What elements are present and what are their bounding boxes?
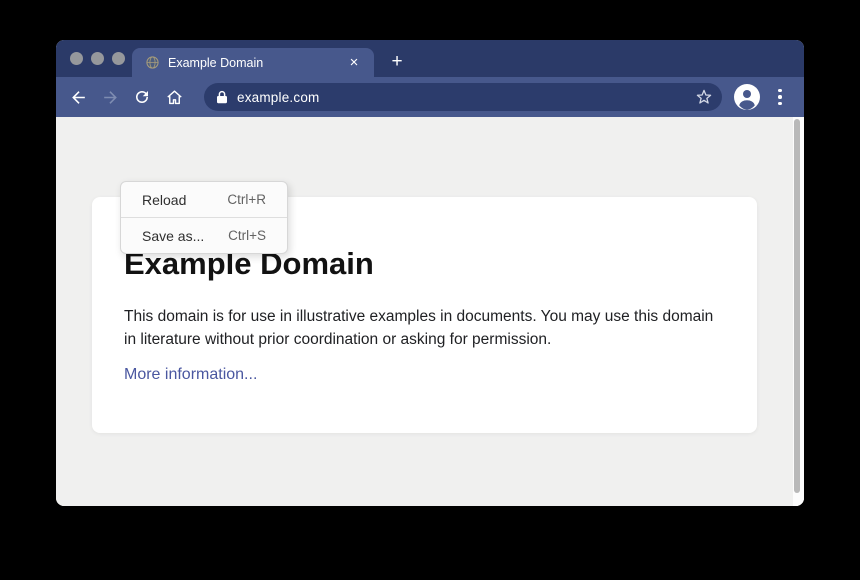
tab-example-domain[interactable]: Example Domain × [132,48,374,77]
globe-favicon-icon [146,56,159,69]
scrollbar-thumb[interactable] [794,119,800,493]
menu-item-reload[interactable]: Reload Ctrl+R [121,182,287,217]
address-bar[interactable]: example.com [204,83,722,111]
scrollbar-track [793,117,804,506]
browser-menu-icon[interactable] [768,85,792,109]
menu-item-label: Save as... [142,228,204,244]
home-icon[interactable] [162,85,186,109]
forward-icon[interactable] [98,85,122,109]
page-viewport: Example Domain This domain is for use in… [56,117,804,506]
maximize-window-button[interactable] [112,52,125,65]
browser-window: Example Domain × + examp [56,40,804,506]
menu-item-label: Reload [142,192,186,208]
more-information-link[interactable]: More information... [124,366,257,384]
tab-close-icon[interactable]: × [346,55,362,70]
new-tab-button[interactable]: + [386,48,408,77]
reload-icon[interactable] [130,85,154,109]
url-text[interactable]: example.com [237,90,695,105]
traffic-lights [70,52,125,65]
menu-item-save-as[interactable]: Save as... Ctrl+S [121,218,287,253]
bookmark-star-icon[interactable] [695,88,713,106]
context-menu: Reload Ctrl+R Save as... Ctrl+S [120,181,288,254]
menu-item-shortcut: Ctrl+R [227,192,266,207]
toolbar: example.com [56,77,804,117]
page-paragraph: This domain is for use in illustrative e… [124,305,716,352]
minimize-window-button[interactable] [91,52,104,65]
back-icon[interactable] [66,85,90,109]
close-window-button[interactable] [70,52,83,65]
menu-item-shortcut: Ctrl+S [228,228,266,243]
tab-title: Example Domain [168,56,346,70]
titlebar: Example Domain × + [56,40,804,77]
lock-icon [216,90,228,104]
profile-avatar-icon[interactable] [734,84,760,110]
